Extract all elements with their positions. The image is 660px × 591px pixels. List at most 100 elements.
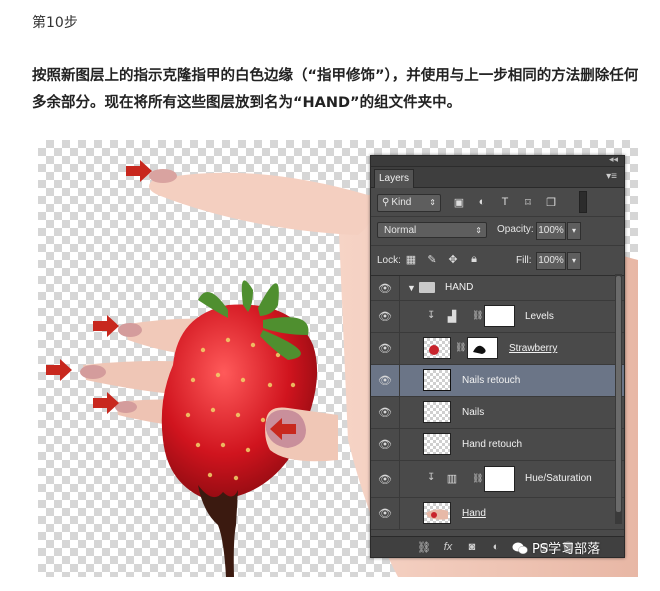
hue-saturation-icon: ▥	[446, 472, 458, 485]
layer-row-hand[interactable]: 👁︎ Hand	[371, 498, 624, 530]
layer-row-strawberry[interactable]: 👁︎ ⛓ Strawberry	[371, 333, 624, 365]
layer-name: Strawberry	[509, 343, 558, 354]
folder-icon	[419, 282, 435, 293]
collapse-icon[interactable]: ◂◂	[609, 154, 618, 165]
step-description: 按照新图层上的指示克隆指甲的白色边缘（“指甲修饰”），并使用与上一步相同的方法删…	[32, 68, 639, 111]
chevron-updown-icon: ⇕	[429, 198, 436, 207]
lock-transparent-icon[interactable]: ▦	[404, 252, 418, 266]
eye-icon[interactable]: 👁︎	[371, 365, 400, 396]
shape-filter-icon[interactable]: ⌑	[520, 194, 536, 210]
fill-input[interactable]: 100%	[536, 252, 566, 270]
index-finger	[149, 172, 374, 235]
clipping-arrow-icon: ↧	[427, 310, 436, 321]
layer-thumbnail[interactable]	[423, 401, 451, 423]
layer-name: Hand	[462, 508, 486, 519]
kind-label: Kind	[391, 197, 412, 208]
fx-icon[interactable]: fx	[441, 540, 455, 554]
fingernail	[80, 365, 106, 379]
layer-mask-thumbnail[interactable]	[484, 466, 515, 492]
panel-tab-bar: Layers ▾≡	[371, 167, 624, 188]
layers-panel: ◂◂ Layers ▾≡ ⚲ Kind ⇕ ▣ ◐ T ⌑ ❐ Normal ⇕ Op…	[370, 154, 625, 558]
layer-thumbnail[interactable]	[423, 337, 451, 359]
pixel-filter-icon[interactable]: ▣	[451, 194, 467, 210]
layer-row-levels[interactable]: 👁︎ ↧ ▟ ⛓ Levels	[371, 301, 624, 333]
clipping-arrow-icon: ↧	[427, 472, 436, 483]
eye-icon[interactable]: 👁︎	[371, 429, 400, 460]
layer-row-nails[interactable]: 👁︎ Nails	[371, 397, 624, 429]
link-icon[interactable]: ⛓	[472, 310, 483, 321]
hand-thumbnail-art	[426, 509, 448, 520]
lock-label: Lock:	[377, 255, 401, 266]
layer-name: Hand retouch	[462, 439, 523, 450]
watermark-text: PS学习部落	[532, 542, 601, 557]
opacity-input[interactable]: 100%	[536, 222, 566, 240]
arrow-icon	[46, 359, 72, 381]
fill-dropdown-icon[interactable]: ▾	[567, 252, 581, 270]
eye-icon[interactable]: 👁︎	[371, 461, 400, 497]
panel-menu-icon[interactable]: ▾≡	[606, 171, 617, 182]
filter-row: ⚲ Kind ⇕ ▣ ◐ T ⌑ ❐	[371, 188, 624, 217]
link-layers-icon[interactable]: ⛓	[417, 540, 431, 554]
layer-mask-thumbnail[interactable]	[467, 337, 498, 359]
add-mask-icon[interactable]: ◙	[465, 540, 479, 554]
filter-icons: ▣ ◐ T ⌑ ❐	[451, 194, 559, 210]
step-title: 第10步	[32, 15, 78, 31]
eye-icon[interactable]: 👁︎	[371, 301, 400, 332]
blend-mode-value: Normal	[384, 225, 417, 236]
lock-all-icon[interactable]: 🔒︎	[467, 252, 481, 266]
layer-row-hand-retouch[interactable]: 👁︎ Hand retouch	[371, 429, 624, 461]
fill-label: Fill:	[516, 255, 532, 266]
layer-thumbnail[interactable]	[423, 502, 451, 524]
layer-name: Levels	[525, 311, 554, 322]
fingernail	[118, 323, 142, 337]
chevron-updown-icon: ⇕	[475, 226, 482, 235]
wechat-icon	[512, 542, 528, 555]
panel-title-bar[interactable]: ◂◂	[371, 154, 624, 167]
eye-icon[interactable]: 👁︎	[371, 498, 400, 529]
levels-icon: ▟	[447, 310, 457, 323]
watermark: PS学习部落	[512, 538, 600, 557]
lock-icons: ▦ ✎ ✥ 🔒︎	[404, 252, 481, 266]
layer-name: Nails retouch	[462, 375, 521, 386]
layer-name: Nails	[462, 407, 485, 418]
layer-mask-thumbnail[interactable]	[484, 305, 515, 327]
type-filter-icon[interactable]: T	[497, 194, 513, 210]
layer-name: HAND	[445, 282, 474, 293]
layer-name: Hue/Saturation	[525, 473, 592, 484]
lock-position-icon[interactable]: ✥	[446, 252, 460, 266]
mask-art	[473, 345, 486, 354]
filter-toggle[interactable]	[579, 191, 587, 213]
chocolate-drip	[198, 485, 238, 577]
kind-filter-select[interactable]: ⚲ Kind ⇕	[377, 194, 441, 212]
link-icon[interactable]: ⛓	[472, 473, 483, 484]
arrow-icon	[93, 392, 119, 414]
layers-scrollbar[interactable]	[615, 274, 622, 524]
fingernail	[149, 169, 177, 183]
layer-row-hue-saturation[interactable]: 👁︎ ↧ ▥ ⛓ Hue/Saturation	[371, 461, 624, 498]
search-icon: ⚲	[382, 197, 390, 208]
layer-thumbnail[interactable]	[423, 369, 451, 391]
layer-row-hand-group[interactable]: 👁︎ ▼ HAND	[371, 276, 624, 301]
lock-row: Lock: ▦ ✎ ✥ 🔒︎ Fill: 100% ▾	[371, 246, 624, 276]
opacity-dropdown-icon[interactable]: ▾	[567, 222, 581, 240]
layer-list: 👁︎ ▼ HAND 👁︎ ↧ ▟ ⛓ Levels 👁︎ ⛓ Strawberr…	[371, 276, 624, 530]
eye-icon[interactable]: 👁︎	[371, 333, 400, 364]
eye-icon[interactable]: 👁︎	[371, 276, 400, 300]
new-adjustment-icon[interactable]: ◐	[489, 540, 503, 554]
blend-mode-select[interactable]: Normal ⇕	[377, 222, 487, 238]
expand-triangle-icon[interactable]: ▼	[407, 283, 416, 293]
link-icon[interactable]: ⛓	[455, 342, 466, 353]
smart-object-filter-icon[interactable]: ❐	[543, 194, 559, 210]
strawberry-thumbnail-art	[429, 345, 439, 355]
scrollbar-thumb[interactable]	[616, 276, 621, 512]
adjustment-filter-icon[interactable]: ◐	[474, 194, 490, 210]
arrow-icon	[93, 315, 119, 337]
blend-row: Normal ⇕ Opacity: 100% ▾	[371, 217, 624, 246]
layer-thumbnail[interactable]	[423, 433, 451, 455]
layer-row-nails-retouch[interactable]: 👁︎ Nails retouch	[371, 365, 624, 397]
arrow-icon	[126, 160, 152, 182]
eye-icon[interactable]: 👁︎	[371, 397, 400, 428]
tab-layers[interactable]: Layers	[374, 169, 414, 188]
lock-image-brush-icon[interactable]: ✎	[425, 252, 439, 266]
opacity-label: Opacity:	[497, 224, 534, 235]
